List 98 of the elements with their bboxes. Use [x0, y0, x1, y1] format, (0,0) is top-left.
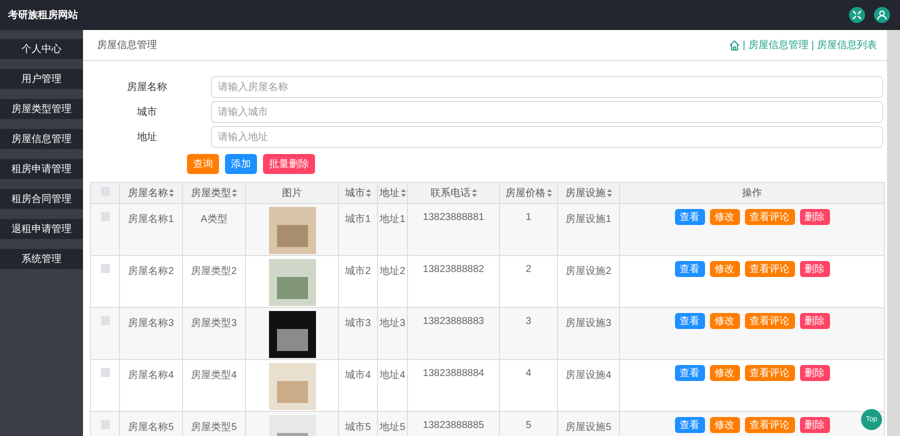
- view-button[interactable]: 查看: [674, 261, 704, 277]
- table-cell: 13823888885: [422, 420, 484, 431]
- edit-button[interactable]: 修改: [710, 313, 740, 329]
- fullscreen-icon[interactable]: [849, 7, 865, 23]
- sidebar-item[interactable]: 系统管理: [0, 249, 83, 269]
- delete-button[interactable]: 删除: [800, 365, 830, 381]
- checkbox[interactable]: [100, 368, 110, 377]
- breadcrumb-separator: |: [742, 40, 746, 50]
- photo-placeholder: [268, 363, 316, 410]
- sidebar-item[interactable]: 个人中心: [0, 39, 83, 59]
- table-cell: 房屋设施1: [566, 214, 612, 225]
- table-cell: 房屋类型4: [191, 370, 237, 381]
- table-cell: 5: [526, 420, 532, 431]
- view-button[interactable]: 查看: [674, 365, 704, 381]
- column-header: 图片: [282, 188, 302, 199]
- table-cell: 地址4: [380, 370, 406, 381]
- table-cell: 房屋名称4: [128, 370, 174, 381]
- sidebar-item[interactable]: 租房申请管理: [0, 159, 83, 179]
- sidebar-item[interactable]: 房屋信息管理: [0, 129, 83, 149]
- table-cell: A类型: [200, 214, 228, 225]
- photo-placeholder: [268, 207, 316, 254]
- site-title: 考研族租房网站: [8, 8, 79, 22]
- sidebar-item[interactable]: 租房合同管理: [0, 189, 83, 209]
- page-title: 房屋信息管理: [97, 38, 158, 52]
- breadcrumb-separator: |: [811, 40, 814, 50]
- table-cell: 房屋类型5: [191, 422, 237, 433]
- table-cell: 城市1: [345, 214, 371, 225]
- field-label: 城市: [136, 106, 158, 119]
- table-cell: 城市4: [345, 370, 371, 381]
- table-cell: 房屋设施4: [566, 370, 612, 381]
- table-cell: 城市3: [345, 318, 371, 329]
- table-cell: 房屋名称1: [128, 214, 174, 225]
- checkbox[interactable]: [100, 264, 110, 273]
- field-label: 地址: [136, 130, 158, 144]
- checkbox[interactable]: [100, 212, 110, 221]
- table-cell: 13823888882: [422, 264, 484, 275]
- table-cell: 城市2: [345, 266, 371, 277]
- edit-button[interactable]: 修改: [710, 261, 740, 277]
- sidebar-item[interactable]: 退租申请管理: [0, 219, 83, 239]
- table-cell: 2: [526, 264, 532, 275]
- table-cell: 3: [526, 316, 532, 327]
- input-field[interactable]: 请输入地址: [211, 126, 883, 148]
- view-button[interactable]: 查看: [674, 417, 704, 433]
- field-label: 房屋名称: [126, 80, 168, 94]
- input-field[interactable]: 请输入城市: [211, 101, 883, 123]
- table-cell: 13823888883: [422, 316, 484, 327]
- sort-icon[interactable]: [472, 189, 476, 198]
- comments-button[interactable]: 查看评论: [744, 417, 794, 433]
- table-cell: 房屋名称2: [128, 266, 174, 277]
- delete-button[interactable]: 删除: [800, 261, 830, 277]
- column-header: 操作: [742, 188, 762, 199]
- checkbox[interactable]: [100, 420, 110, 429]
- sort-icon[interactable]: [606, 189, 612, 198]
- sort-icon[interactable]: [366, 189, 371, 198]
- comments-button[interactable]: 查看评论: [744, 365, 794, 381]
- table-cell: 房屋设施3: [566, 318, 612, 329]
- table-cell: 地址3: [380, 318, 406, 329]
- view-button[interactable]: 查看: [674, 209, 704, 225]
- breadcrumb-link[interactable]: 房屋信息列表: [817, 38, 877, 52]
- add-button[interactable]: 添加: [225, 154, 257, 174]
- sort-icon[interactable]: [232, 189, 237, 198]
- table-cell: 13823888884: [422, 368, 484, 379]
- table-cell: 城市5: [345, 422, 371, 433]
- input-field[interactable]: 请输入房屋名称: [211, 76, 883, 98]
- user-icon[interactable]: [874, 7, 890, 23]
- search-button[interactable]: 查询: [187, 154, 219, 174]
- comments-button[interactable]: 查看评论: [744, 261, 794, 277]
- table-cell: 1: [526, 212, 532, 223]
- edit-button[interactable]: 修改: [710, 365, 740, 381]
- delete-button[interactable]: 删除: [800, 209, 830, 225]
- table-cell: 地址1: [380, 214, 406, 225]
- photo-placeholder: [268, 259, 316, 306]
- table-cell: 房屋类型2: [191, 266, 237, 277]
- table-cell: 13823888881: [422, 212, 484, 223]
- sort-icon[interactable]: [169, 189, 174, 198]
- table-cell: 房屋名称5: [128, 422, 174, 433]
- sort-icon[interactable]: [546, 189, 552, 198]
- edit-button[interactable]: 修改: [710, 209, 740, 225]
- breadcrumb-link[interactable]: 房屋信息管理: [748, 38, 808, 52]
- table-cell: 地址5: [380, 422, 406, 433]
- sidebar-item[interactable]: 用户管理: [0, 69, 83, 89]
- table-cell: 房屋类型3: [191, 318, 237, 329]
- table-cell: 4: [526, 368, 532, 379]
- delete-button[interactable]: 删除: [800, 417, 830, 433]
- home-icon[interactable]: [728, 40, 740, 50]
- delete-button[interactable]: 批量删除: [263, 154, 315, 174]
- view-button[interactable]: 查看: [674, 313, 704, 329]
- delete-button[interactable]: 删除: [800, 313, 830, 329]
- edit-button[interactable]: 修改: [710, 417, 740, 433]
- sidebar-item[interactable]: 房屋类型管理: [0, 99, 83, 119]
- comments-button[interactable]: 查看评论: [744, 313, 794, 329]
- table-cell: 房屋设施5: [566, 422, 612, 433]
- checkbox[interactable]: [100, 316, 110, 325]
- table-cell: 房屋设施2: [566, 266, 612, 277]
- table-cell: 地址2: [380, 266, 406, 277]
- table-cell: 房屋名称3: [128, 318, 174, 329]
- comments-button[interactable]: 查看评论: [744, 209, 794, 225]
- sort-icon[interactable]: [400, 189, 406, 198]
